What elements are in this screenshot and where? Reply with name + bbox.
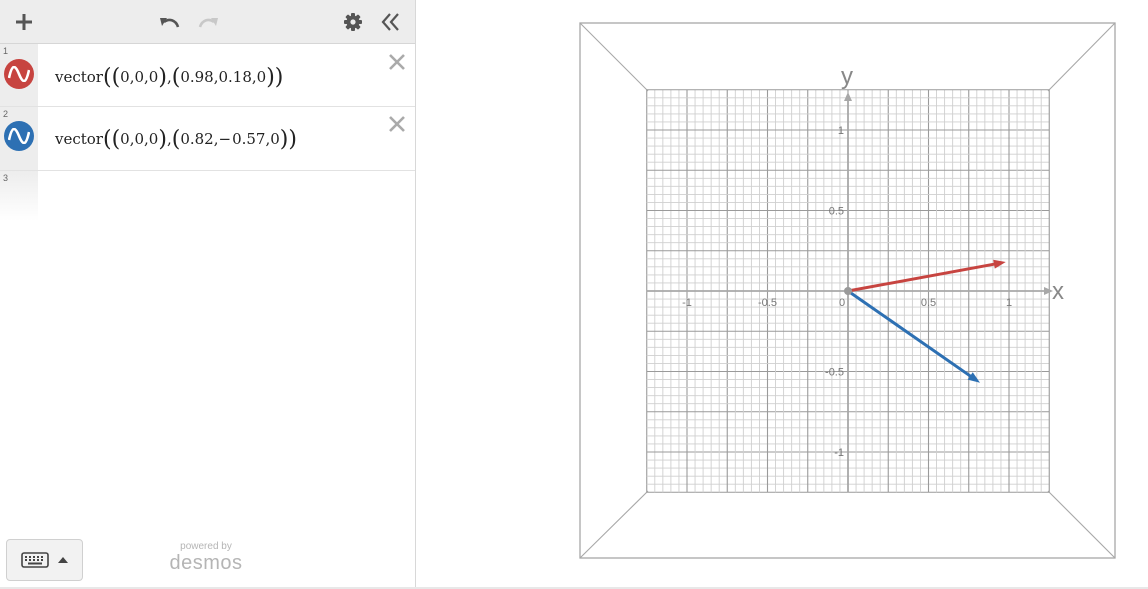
x-tick-label: 1 xyxy=(1006,297,1012,309)
function-name: vector xyxy=(55,68,103,86)
expression-sidebar: 1 vector((0,0,0),(0.98,0.18,0)) 2 vector… xyxy=(0,0,416,589)
expression-row-2[interactable]: 2 vector((0,0,0),(0.82,−0.57,0)) xyxy=(0,107,415,171)
y-axis-label: y xyxy=(841,63,853,90)
y-tick-label: -0.5 xyxy=(825,367,844,379)
expression-toolbar xyxy=(0,0,415,44)
desmos-branding[interactable]: powered by desmos xyxy=(166,541,246,573)
vector-1-shaft xyxy=(846,262,996,293)
graph-canvas[interactable]: x y -1 -0.5 0 0.5 1 1 0.5 -0.5 -1 xyxy=(416,0,1148,589)
expression-gutter: 1 xyxy=(0,44,38,106)
undo-icon xyxy=(160,18,180,28)
double-chevron-left-icon xyxy=(381,13,399,31)
expression-math[interactable]: vector((0,0,0),(0.98,0.18,0)) xyxy=(55,63,283,90)
keyboard-icon xyxy=(20,552,49,568)
expression-gutter: 2 xyxy=(0,107,38,170)
settings-button[interactable] xyxy=(338,7,368,37)
delete-expression-icon[interactable] xyxy=(387,52,407,72)
delete-expression-icon[interactable] xyxy=(387,114,407,134)
curve-color-icon[interactable] xyxy=(4,59,34,89)
y-tick-label: 0.5 xyxy=(829,206,844,218)
expression-index: 1 xyxy=(3,46,9,56)
x-tick-label: -1 xyxy=(682,297,692,309)
point-1: 0,0,0 xyxy=(120,130,159,148)
graph-svg[interactable]: x y -1 -0.5 0 0.5 1 1 0.5 -0.5 -1 xyxy=(416,0,1148,589)
expression-index: 3 xyxy=(3,173,9,183)
plus-icon xyxy=(16,14,32,30)
curve-color-icon[interactable] xyxy=(4,121,34,151)
expression-row-1[interactable]: 1 vector((0,0,0),(0.98,0.18,0)) xyxy=(0,44,415,107)
minus-sign: − xyxy=(218,130,232,148)
x-tick-label: 0.5 xyxy=(921,297,936,309)
expression-row-3[interactable]: 3 xyxy=(0,171,38,221)
vectors xyxy=(844,259,1006,383)
x-axis-label: x xyxy=(1052,278,1064,305)
origin-point xyxy=(844,287,852,295)
gear-icon xyxy=(344,13,362,31)
function-name: vector xyxy=(55,130,103,148)
y-tick-label: 1 xyxy=(838,125,844,137)
redo-icon xyxy=(198,18,218,28)
point-1: 0,0,0 xyxy=(120,68,159,86)
y-axis-arrow xyxy=(844,92,852,101)
point-2: 0.98,0.18,0 xyxy=(180,68,267,86)
expression-math[interactable]: vector((0,0,0),(0.82,−0.57,0)) xyxy=(55,125,297,152)
x-tick-label: -0.5 xyxy=(758,297,777,309)
point-2-x: 0.82, xyxy=(180,130,219,148)
redo-button[interactable] xyxy=(193,7,223,37)
collapse-list-button[interactable] xyxy=(376,7,406,37)
undo-button[interactable] xyxy=(155,7,185,37)
caret-up-icon xyxy=(57,557,68,563)
expression-index: 2 xyxy=(3,109,9,119)
add-item-button[interactable] xyxy=(9,7,39,37)
y-tick-label: -1 xyxy=(834,447,844,459)
keyboard-toggle-button[interactable] xyxy=(6,539,83,581)
desmos-logo: desmos xyxy=(169,552,243,574)
point-2-rest: 0.57,0 xyxy=(232,130,280,148)
x-tick-label: 0 xyxy=(839,297,845,309)
